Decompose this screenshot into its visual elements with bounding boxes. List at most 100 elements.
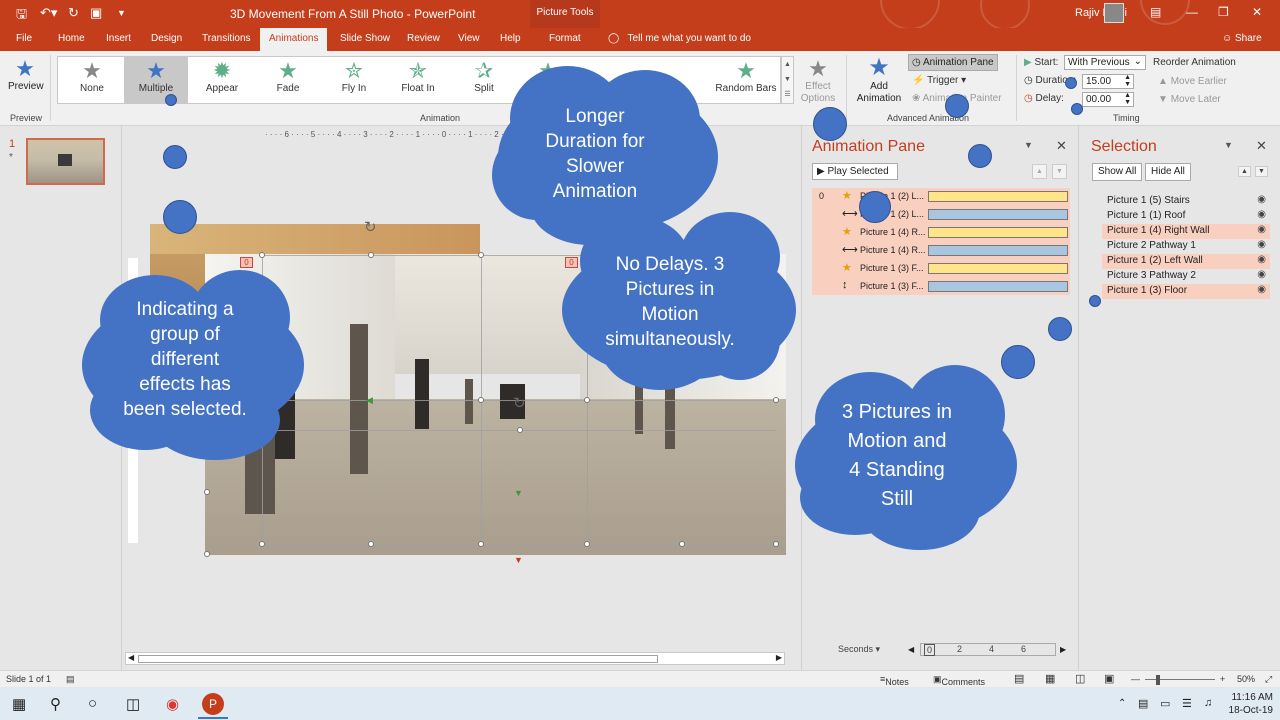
add-animation-button[interactable]: ★ Add Animation	[852, 55, 906, 105]
resize-handle[interactable]	[259, 541, 265, 547]
tab-home[interactable]: Home	[58, 33, 85, 44]
eye-icon[interactable]: ◉	[1257, 209, 1266, 220]
bring-forward-button[interactable]: ▲	[1238, 166, 1251, 177]
resize-handle[interactable]	[773, 541, 779, 547]
tell-me-search[interactable]: ◯ Tell me what you want to do	[608, 33, 751, 44]
rotate-handle-icon[interactable]: ↻	[364, 218, 377, 236]
move-up-button[interactable]: ▲	[1032, 164, 1047, 179]
network-icon[interactable]: ▤	[1138, 697, 1148, 710]
resize-handle[interactable]	[259, 252, 265, 258]
resize-handle[interactable]	[679, 541, 685, 547]
tab-design[interactable]: Design	[151, 33, 182, 44]
zoom-in-icon[interactable]: +	[1220, 674, 1225, 684]
zoom-level[interactable]: 50%	[1237, 674, 1255, 684]
tab-review[interactable]: Review	[407, 33, 440, 44]
animation-row[interactable]: ↕ Picture 1 (3) F...	[812, 278, 1070, 295]
gallery-item-appear[interactable]: ✹ Appear	[190, 57, 254, 103]
resize-handle[interactable]	[517, 427, 523, 433]
gallery-item-multiple[interactable]: ★ Multiple	[124, 57, 188, 103]
eye-icon[interactable]: ◉	[1257, 269, 1266, 280]
spelling-icon[interactable]: ▤	[66, 674, 75, 685]
share-button[interactable]: ☺ Share	[1222, 33, 1262, 44]
timing-bar[interactable]	[928, 263, 1068, 274]
animation-row[interactable]: ★ Picture 1 (4) R...	[812, 224, 1070, 241]
undo-icon[interactable]: ↶▾	[40, 5, 57, 21]
scroll-right-icon[interactable]: ▶	[776, 653, 782, 662]
gallery-item-split[interactable]: ✰ Split	[452, 57, 516, 103]
resize-handle[interactable]	[584, 397, 590, 403]
timing-bar[interactable]	[928, 227, 1068, 238]
search-icon[interactable]: ⚲	[50, 695, 61, 713]
selection-item[interactable]: Picture 2 Pathway 1 ◉	[1102, 239, 1270, 254]
move-earlier-button[interactable]: ▲ Move Earlier	[1158, 76, 1227, 87]
gallery-item-fade[interactable]: ★ Fade	[256, 57, 320, 103]
timing-bar[interactable]	[928, 191, 1068, 202]
motion-path-start-icon[interactable]: ◀	[366, 395, 373, 406]
resize-handle[interactable]	[204, 489, 210, 495]
gallery-item-float-in[interactable]: ✯ Float In	[386, 57, 450, 103]
resize-handle[interactable]	[204, 551, 210, 557]
send-backward-button[interactable]: ▼	[1255, 166, 1268, 177]
effect-options-button[interactable]: ★ Effect Options	[798, 57, 838, 105]
clock[interactable]: 11:16 AM 18-Oct-19	[1229, 691, 1273, 717]
animation-row[interactable]: 0 ★ Picture 1 (2) L...	[812, 188, 1070, 205]
motion-path-end-icon[interactable]: ▼	[514, 555, 523, 565]
zoom-out-icon[interactable]: —	[1131, 674, 1140, 684]
rotate-handle-icon[interactable]: ↻	[513, 394, 526, 412]
tab-animations[interactable]: Animations	[260, 28, 328, 51]
selection-item[interactable]: Picture 1 (5) Stairs ◉	[1102, 194, 1270, 209]
eye-icon[interactable]: ◉	[1257, 284, 1266, 295]
preview-button[interactable]: ★ Preview	[8, 57, 44, 93]
duration-input[interactable]: 15.00 ▲ ▼	[1082, 74, 1134, 89]
start-from-beginning-icon[interactable]: ▣	[90, 5, 102, 21]
gallery-item-fly-in[interactable]: ✮ Fly In	[322, 57, 386, 103]
scroll-thumb[interactable]	[138, 655, 658, 663]
wifi-icon[interactable]: ☰	[1182, 697, 1192, 710]
close-icon[interactable]: ✕	[1252, 5, 1262, 19]
task-view-icon[interactable]: ◫	[126, 695, 140, 713]
pane-options-icon[interactable]: ▼	[1224, 140, 1233, 150]
animation-tag[interactable]: 0	[240, 257, 253, 268]
resize-handle[interactable]	[773, 397, 779, 403]
timing-bar[interactable]	[928, 281, 1068, 292]
spinner-icon[interactable]: ▲ ▼	[1124, 92, 1131, 106]
resize-handle[interactable]	[368, 252, 374, 258]
eye-icon[interactable]: ◉	[1257, 224, 1266, 235]
seconds-dropdown[interactable]: Seconds ▾	[838, 644, 880, 655]
comments-button[interactable]: ▣ Comments	[933, 674, 985, 687]
eye-icon[interactable]: ◉	[1257, 239, 1266, 250]
minimize-icon[interactable]: —	[1186, 5, 1198, 19]
animation-row[interactable]: ⟷ Picture 1 (2) L...	[812, 206, 1070, 223]
resize-handle[interactable]	[478, 252, 484, 258]
selection-item[interactable]: Picture 3 Pathway 2 ◉	[1102, 269, 1270, 284]
powerpoint-icon[interactable]: P	[202, 693, 224, 715]
resize-handle[interactable]	[478, 541, 484, 547]
move-later-button[interactable]: ▼ Move Later	[1158, 94, 1221, 105]
selection-item[interactable]: Picture 1 (2) Left Wall ◉	[1102, 254, 1270, 269]
tab-slide-show[interactable]: Slide Show	[340, 33, 390, 44]
windows-start-icon[interactable]: ▦	[12, 695, 26, 713]
selection-item[interactable]: Picture 1 (3) Floor ◉	[1102, 284, 1270, 299]
slide-show-icon[interactable]: ▣	[1104, 672, 1114, 685]
tab-help[interactable]: Help	[500, 33, 521, 44]
normal-view-icon[interactable]: ▤	[1014, 672, 1024, 685]
fit-to-window-icon[interactable]: ⤢	[1265, 674, 1272, 685]
battery-icon[interactable]: ▭	[1160, 697, 1170, 710]
timeline-right-icon[interactable]: ▶	[1060, 645, 1066, 654]
tab-view[interactable]: View	[458, 33, 480, 44]
tab-transitions[interactable]: Transitions	[202, 33, 251, 44]
play-selected-button[interactable]: ▶ Play Selected	[812, 163, 898, 180]
chrome-icon[interactable]: ◉	[166, 695, 179, 713]
timing-bar[interactable]	[928, 245, 1068, 256]
customize-toolbar-icon[interactable]: ▼	[117, 8, 126, 18]
hide-all-button[interactable]: Hide All	[1145, 163, 1191, 181]
resize-handle[interactable]	[478, 397, 484, 403]
scroll-left-icon[interactable]: ◀	[128, 653, 134, 662]
eye-icon[interactable]: ◉	[1257, 194, 1266, 205]
selection-item[interactable]: Picture 1 (4) Right Wall ◉	[1102, 224, 1270, 239]
reading-view-icon[interactable]: ◫	[1075, 672, 1085, 685]
restore-icon[interactable]: ❐	[1218, 5, 1229, 19]
animation-pane-button[interactable]: ◷ Animation Pane	[908, 54, 998, 71]
horizontal-scrollbar[interactable]: ◀ ▶	[125, 652, 785, 665]
notes-button[interactable]: ≡ Notes	[880, 674, 909, 687]
